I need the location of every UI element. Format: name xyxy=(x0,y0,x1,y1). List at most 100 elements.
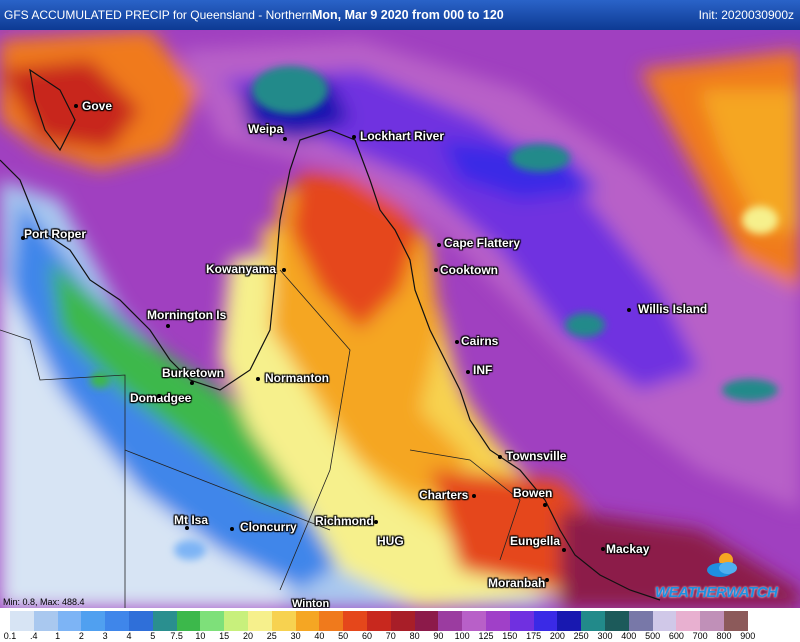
legend-color-bar xyxy=(10,611,748,631)
legend-swatch xyxy=(319,611,344,631)
legend-tick-label: 2 xyxy=(78,631,84,641)
place-label: Cooktown xyxy=(440,263,498,277)
legend-swatch xyxy=(652,611,677,631)
place-marker xyxy=(545,578,549,582)
init-time: Init: 2020030900z xyxy=(698,8,794,22)
min-max-readout: Min: 0.8, Max: 488.4 xyxy=(3,597,85,607)
legend-swatch xyxy=(57,611,82,631)
place-marker xyxy=(74,104,78,108)
legend-tick-label: 90 xyxy=(433,631,444,641)
place-marker xyxy=(256,377,260,381)
weatherwatch-logo-icon xyxy=(707,553,737,577)
legend-tick-label: 800 xyxy=(716,631,732,641)
legend-tick-label: 80 xyxy=(409,631,420,641)
place-label: Burketown xyxy=(162,366,225,380)
place-marker xyxy=(434,268,438,272)
legend-swatch xyxy=(295,611,320,631)
product-title: GFS ACCUMULATED PRECIP for Queensland - … xyxy=(4,8,313,22)
legend-swatch xyxy=(200,611,225,631)
legend-swatch xyxy=(462,611,486,631)
legend-swatch xyxy=(343,611,367,631)
place-marker xyxy=(190,381,194,385)
place-marker xyxy=(562,548,566,552)
place-label: HUG xyxy=(377,534,404,548)
place-marker xyxy=(230,527,234,531)
legend-swatch xyxy=(33,611,58,631)
place-label: Port Roper xyxy=(24,227,87,241)
place-label: Cairns xyxy=(461,334,499,348)
legend-tick-label: 40 xyxy=(314,631,325,641)
legend-tick-label: 60 xyxy=(361,631,373,641)
place-label: Charters xyxy=(419,488,469,502)
place-marker xyxy=(466,370,470,374)
legend-tick-label: 5 xyxy=(150,631,156,641)
place-label: Lockhart River xyxy=(360,129,445,143)
legend-swatch xyxy=(271,611,296,631)
place-marker xyxy=(283,137,287,141)
place-marker xyxy=(543,503,547,507)
legend-tick-label: 900 xyxy=(740,631,756,641)
place-marker xyxy=(352,135,356,139)
place-label: Mt Isa xyxy=(174,513,209,527)
place-label: Domadgee xyxy=(130,391,192,405)
legend-swatch xyxy=(700,611,724,631)
legend-tick-label: 500 xyxy=(645,631,661,641)
place-marker xyxy=(21,236,25,240)
legend-swatch xyxy=(366,611,391,631)
legend-tick-label: 175 xyxy=(526,631,542,641)
legend-swatch xyxy=(224,611,248,631)
place-marker xyxy=(455,340,459,344)
legend-swatch xyxy=(176,611,201,631)
legend-swatch xyxy=(557,611,582,631)
legend-tick-label: 3 xyxy=(102,631,108,641)
legend-tick-label: 400 xyxy=(621,631,637,641)
legend-swatch xyxy=(723,611,748,631)
title-bar: GFS ACCUMULATED PRECIP for Queensland - … xyxy=(0,0,800,30)
legend-tick-label: 25 xyxy=(266,631,277,641)
legend-tick-label: .4 xyxy=(30,631,38,641)
legend-swatch xyxy=(390,611,415,631)
legend-swatch xyxy=(438,611,463,631)
weather-map-window: GFS ACCUMULATED PRECIP for Queensland - … xyxy=(0,0,800,642)
legend-swatch xyxy=(509,611,534,631)
place-marker xyxy=(185,526,189,530)
place-label: Bowen xyxy=(513,486,553,500)
place-marker xyxy=(498,455,502,459)
brand-logo-text: WEATHERWATCH xyxy=(655,584,778,601)
legend-swatch xyxy=(533,611,558,631)
legend-tick-label: 125 xyxy=(478,631,494,641)
legend-tick-label: 1 xyxy=(55,631,61,641)
precip-map[interactable] xyxy=(0,30,800,608)
legend-swatch xyxy=(628,611,653,631)
legend-tick-label: 50 xyxy=(338,631,349,641)
place-label: Weipa xyxy=(248,122,284,136)
place-marker xyxy=(166,324,170,328)
legend-swatch xyxy=(604,611,629,631)
legend-tick-label: 30 xyxy=(290,631,301,641)
legend-tick-label: 15 xyxy=(219,631,230,641)
color-legend: 0.1 .4 1 2 3 4 5 7.5 10 15 20 25 30 40 50 60 70 80 90 100 12… xyxy=(0,608,800,642)
place-marker xyxy=(437,243,441,247)
legend-swatch xyxy=(247,611,272,631)
legend-tick-label: 4 xyxy=(126,631,132,641)
legend-tick-label: 600 xyxy=(668,631,684,641)
legend-tick-label: 0.1 xyxy=(3,631,17,641)
legend-tick-label: 300 xyxy=(597,631,613,641)
place-label: Richmond xyxy=(315,514,374,528)
precip-field xyxy=(0,30,800,608)
place-marker xyxy=(157,394,161,398)
place-label: Mackay xyxy=(606,542,650,556)
legend-tick-label: 7.5 xyxy=(170,631,183,641)
place-marker xyxy=(282,268,286,272)
forecast-period: Mon, Mar 9 2020 from 000 to 120 xyxy=(312,8,504,22)
place-label: Willis Island xyxy=(638,302,708,316)
legend-tick-label: 20 xyxy=(242,631,254,641)
place-marker xyxy=(374,520,378,524)
place-marker xyxy=(627,308,631,312)
legend-swatch xyxy=(676,611,701,631)
legend-tick-label: 10 xyxy=(195,631,206,641)
place-label: Moranbah xyxy=(488,576,546,590)
place-label: Eungella xyxy=(510,534,561,548)
legend-tick-label: 200 xyxy=(549,631,565,641)
place-marker xyxy=(601,547,605,551)
